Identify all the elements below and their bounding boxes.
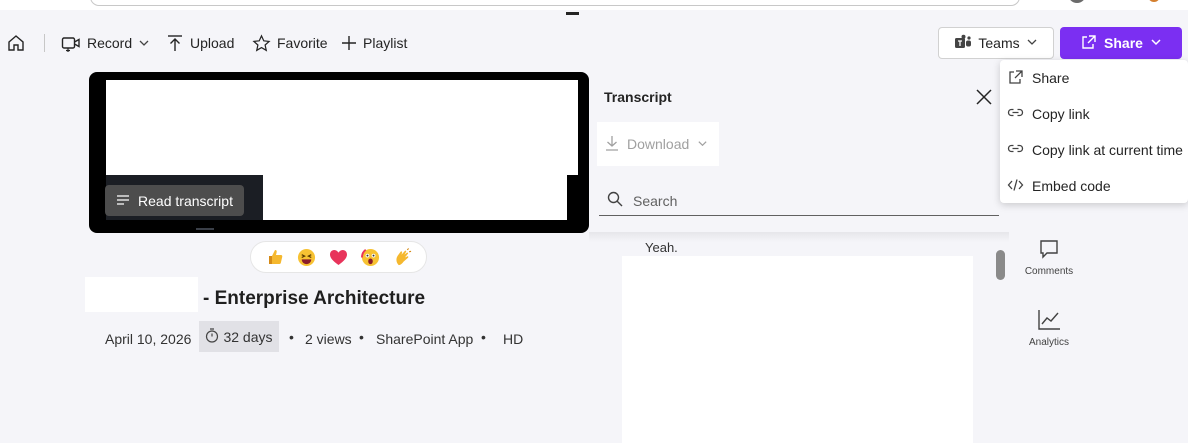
teams-icon: [954, 34, 972, 53]
favorite-button[interactable]: Favorite: [252, 32, 328, 54]
transcript-title: Transcript: [604, 89, 672, 105]
share-label: Share: [1104, 35, 1143, 51]
comments-label: Comments: [1024, 266, 1074, 277]
chevron-down-icon: [138, 37, 150, 49]
share-icon: [1080, 34, 1097, 53]
analytics-icon: [1037, 309, 1061, 334]
share-icon: [1007, 69, 1024, 88]
source-app: SharePoint App: [376, 331, 474, 347]
favorite-label: Favorite: [277, 35, 328, 51]
clapping-icon[interactable]: [391, 246, 413, 268]
menu-item-embed-code[interactable]: Embed code: [1000, 168, 1188, 204]
analytics-label: Analytics: [1028, 337, 1069, 348]
menu-item-label: Copy link at current time: [1032, 142, 1183, 158]
video-frame-detail: [196, 228, 214, 230]
playlist-label: Playlist: [363, 35, 408, 51]
comment-icon: [1038, 238, 1060, 263]
menu-item-copy-link[interactable]: Copy link: [1000, 96, 1188, 132]
upload-label: Upload: [190, 35, 235, 51]
menu-item-label: Share: [1032, 70, 1070, 86]
home-button[interactable]: [6, 32, 26, 54]
read-transcript-label: Read transcript: [138, 192, 233, 209]
code-icon: [1007, 178, 1024, 195]
download-icon: [605, 135, 619, 154]
separator-dot: •: [359, 329, 364, 345]
redacted-region: [263, 175, 567, 220]
share-menu: Share Copy link Copy link at current tim…: [1000, 60, 1188, 203]
video-title: - Enterprise Architecture: [203, 288, 426, 309]
chevron-down-icon: [1026, 35, 1038, 51]
drag-handle: [566, 12, 579, 15]
menu-item-label: Embed code: [1032, 178, 1111, 194]
upload-date: April 10, 2026: [105, 331, 192, 347]
extension-icon[interactable]: [1148, 0, 1160, 2]
analytics-button[interactable]: Analytics: [1019, 309, 1079, 348]
address-bar[interactable]: [90, 0, 1020, 6]
camera-plus-icon: [61, 34, 81, 52]
retention-badge[interactable]: 32 days: [199, 321, 279, 352]
redacted-transcript-region: [622, 256, 973, 443]
download-button[interactable]: Download: [597, 122, 719, 166]
chevron-down-icon: [697, 136, 708, 152]
separator-dot: •: [289, 329, 294, 345]
home-icon: [6, 33, 26, 53]
heart-icon[interactable]: [327, 246, 349, 268]
comments-button[interactable]: Comments: [1019, 238, 1079, 277]
toolbar-divider: [44, 34, 45, 52]
lines-icon: [116, 193, 130, 209]
separator-dot: •: [481, 329, 486, 345]
playlist-button[interactable]: Playlist: [341, 32, 407, 54]
transcript-scrollbar[interactable]: [996, 250, 1005, 280]
reactions-bar: [250, 241, 427, 273]
transcript-line: Yeah.: [645, 240, 678, 252]
share-button[interactable]: Share: [1060, 27, 1182, 59]
quality-badge: HD: [503, 331, 524, 347]
timer-icon: [205, 327, 219, 346]
record-button[interactable]: Record: [61, 32, 150, 54]
browser-top-strip: [0, 0, 1188, 15]
teams-button[interactable]: Teams: [938, 27, 1054, 59]
close-icon: [975, 89, 993, 109]
record-label: Record: [87, 35, 133, 51]
search-icon: [607, 191, 623, 210]
upload-button[interactable]: Upload: [166, 32, 234, 54]
upload-icon: [166, 34, 184, 52]
surprised-icon[interactable]: [359, 246, 381, 268]
redacted-region: [106, 80, 578, 175]
chevron-down-icon: [1150, 35, 1162, 51]
thumbs-up-icon[interactable]: [264, 246, 286, 268]
redacted-title-region: [85, 277, 198, 312]
link-icon: [1007, 106, 1024, 123]
transcript-search-input[interactable]: [633, 192, 973, 209]
transcript-search[interactable]: [599, 186, 999, 216]
star-icon: [252, 33, 271, 53]
menu-item-label: Copy link: [1032, 106, 1090, 122]
teams-label: Teams: [978, 35, 1020, 51]
read-transcript-button[interactable]: Read transcript: [105, 185, 244, 216]
menu-item-share[interactable]: Share: [1000, 60, 1188, 96]
link-icon: [1007, 142, 1024, 159]
retention-label: 32 days: [223, 328, 273, 345]
view-count: 2 views: [305, 331, 352, 347]
profile-avatar[interactable]: [1068, 0, 1086, 3]
download-label: Download: [627, 136, 690, 152]
laughing-icon[interactable]: [296, 246, 318, 268]
plus-icon: [341, 35, 357, 51]
close-transcript-button[interactable]: [975, 88, 993, 109]
menu-item-copy-link-current-time[interactable]: Copy link at current time: [1000, 132, 1188, 168]
